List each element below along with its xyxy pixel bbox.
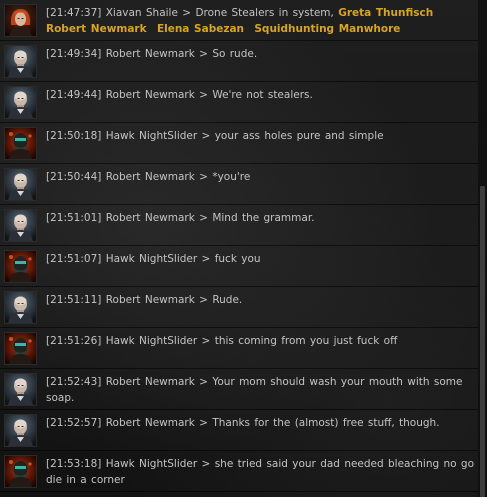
chat-message[interactable]: [21:50:44] Robert Newmark > *you're xyxy=(0,164,478,205)
message-timestamp: [21:47:37] xyxy=(46,7,102,19)
message-sender[interactable]: Robert Newmark xyxy=(106,417,195,429)
pilot-link[interactable]: Robert Newmark xyxy=(46,23,147,35)
message-sender[interactable]: Hawk NightSlider xyxy=(106,458,198,470)
message-separator: > xyxy=(201,130,211,142)
message-line: [21:51:26] Hawk NightSlider > this comin… xyxy=(46,333,474,349)
pilot-link[interactable]: Greta Thunfisch xyxy=(338,7,433,19)
portrait-bald-man[interactable] xyxy=(4,209,37,242)
message-separator: > xyxy=(199,212,208,224)
portrait-red-hair[interactable] xyxy=(4,4,37,37)
chat-message[interactable]: [21:53:18] Hawk NightSlider > she tried … xyxy=(0,451,478,492)
message-sender[interactable]: Robert Newmark xyxy=(106,294,195,306)
message-separator: > xyxy=(201,335,211,347)
message-timestamp: [21:51:07] xyxy=(46,253,102,265)
portrait-bald-man[interactable] xyxy=(4,414,37,447)
message-text: Drone Stealers in system, xyxy=(195,7,334,19)
message-text: this coming from you just fuck off xyxy=(214,335,398,347)
message-timestamp: [21:49:34] xyxy=(46,48,102,60)
message-line: [21:51:11] Robert Newmark > Rude. xyxy=(46,292,474,308)
portrait-masked-fire[interactable] xyxy=(4,127,37,160)
chat-message[interactable]: [21:47:37] Xiavan Shaile > Drone Stealer… xyxy=(0,0,478,41)
message-separator: > xyxy=(199,376,208,388)
message-sender[interactable]: Hawk NightSlider xyxy=(106,253,198,265)
chat-message[interactable]: [21:50:18] Hawk NightSlider > your ass h… xyxy=(0,123,478,164)
portrait-bald-man[interactable] xyxy=(4,86,37,119)
message-line: [21:52:43] Robert Newmark > Your mom sho… xyxy=(46,374,474,406)
message-line: [21:52:57] Robert Newmark > Thanks for t… xyxy=(46,415,474,431)
scroll-thumb[interactable] xyxy=(480,186,485,497)
portrait-bald-man[interactable] xyxy=(4,168,37,201)
message-text: We're not stealers. xyxy=(212,89,313,101)
chat-message[interactable]: [21:51:01] Robert Newmark > Mind the gra… xyxy=(0,205,478,246)
chat-message[interactable]: [21:49:34] Robert Newmark > So rude. xyxy=(0,41,478,82)
message-text: Thanks for the (almost) free stuff, thou… xyxy=(212,417,440,429)
message-separator: > xyxy=(182,7,192,19)
message-timestamp: [21:51:01] xyxy=(46,212,102,224)
message-line: [21:49:44] Robert Newmark > We're not st… xyxy=(46,87,474,103)
message-separator: > xyxy=(199,294,208,306)
message-timestamp: [21:51:26] xyxy=(46,335,102,347)
message-timestamp: [21:50:18] xyxy=(46,130,102,142)
message-text: Rude. xyxy=(212,294,243,306)
message-text: *you're xyxy=(212,171,251,183)
message-separator: > xyxy=(199,48,208,60)
message-timestamp: [21:52:57] xyxy=(46,417,102,429)
chat-window: [21:47:37] Xiavan Shaile > Drone Stealer… xyxy=(0,0,487,497)
chat-message[interactable]: [21:51:11] Robert Newmark > Rude. xyxy=(0,287,478,328)
message-sender[interactable]: Xiavan Shaile xyxy=(106,7,178,19)
message-line: [21:50:44] Robert Newmark > *you're xyxy=(46,169,474,185)
chat-message[interactable]: [21:52:43] Robert Newmark > Your mom sho… xyxy=(0,369,478,410)
message-timestamp: [21:53:18] xyxy=(46,458,102,470)
message-line: [21:53:18] Hawk NightSlider > she tried … xyxy=(46,456,474,488)
message-text: So rude. xyxy=(212,48,258,60)
message-line: [21:49:34] Robert Newmark > So rude. xyxy=(46,46,474,62)
message-line: [21:50:18] Hawk NightSlider > your ass h… xyxy=(46,128,474,144)
portrait-bald-man[interactable] xyxy=(4,291,37,324)
message-sender[interactable]: Robert Newmark xyxy=(106,89,195,101)
message-list: [21:47:37] Xiavan Shaile > Drone Stealer… xyxy=(0,0,478,497)
portrait-masked-fire[interactable] xyxy=(4,332,37,365)
portrait-bald-man[interactable] xyxy=(4,373,37,406)
message-separator: > xyxy=(201,253,211,265)
message-sender[interactable]: Hawk NightSlider xyxy=(106,130,198,142)
message-sender[interactable]: Robert Newmark xyxy=(106,48,195,60)
message-timestamp: [21:51:11] xyxy=(46,294,102,306)
message-sender[interactable]: Robert Newmark xyxy=(106,171,195,183)
message-timestamp: [21:49:44] xyxy=(46,89,102,101)
message-separator: > xyxy=(199,171,208,183)
chat-message[interactable]: [21:49:44] Robert Newmark > We're not st… xyxy=(0,82,478,123)
portrait-bald-man[interactable] xyxy=(4,45,37,78)
scrollbar[interactable] xyxy=(478,0,487,497)
portrait-masked-fire[interactable] xyxy=(4,455,37,488)
pilot-link[interactable]: Elena Sabezan xyxy=(157,23,244,35)
chat-message[interactable]: [21:51:07] Hawk NightSlider > fuck you xyxy=(0,246,478,287)
message-text: fuck you xyxy=(214,253,261,265)
chat-message[interactable]: [21:51:26] Hawk NightSlider > this comin… xyxy=(0,328,478,369)
message-timestamp: [21:50:44] xyxy=(46,171,102,183)
message-separator: > xyxy=(201,458,211,470)
message-line: [21:51:01] Robert Newmark > Mind the gra… xyxy=(46,210,474,226)
message-text: Mind the grammar. xyxy=(212,212,315,224)
message-sender[interactable]: Robert Newmark xyxy=(106,212,195,224)
portrait-masked-fire[interactable] xyxy=(4,250,37,283)
message-line: [21:47:37] Xiavan Shaile > Drone Stealer… xyxy=(46,5,474,37)
chat-message[interactable]: [21:52:57] Robert Newmark > Thanks for t… xyxy=(0,410,478,451)
message-text: your ass holes pure and simple xyxy=(214,130,384,142)
pilot-link[interactable]: Squidhunting Manwhore xyxy=(254,23,400,35)
message-line: [21:51:07] Hawk NightSlider > fuck you xyxy=(46,251,474,267)
message-timestamp: [21:52:43] xyxy=(46,376,102,388)
message-sender[interactable]: Robert Newmark xyxy=(106,376,195,388)
message-separator: > xyxy=(199,417,208,429)
message-sender[interactable]: Hawk NightSlider xyxy=(106,335,198,347)
message-separator: > xyxy=(199,89,208,101)
